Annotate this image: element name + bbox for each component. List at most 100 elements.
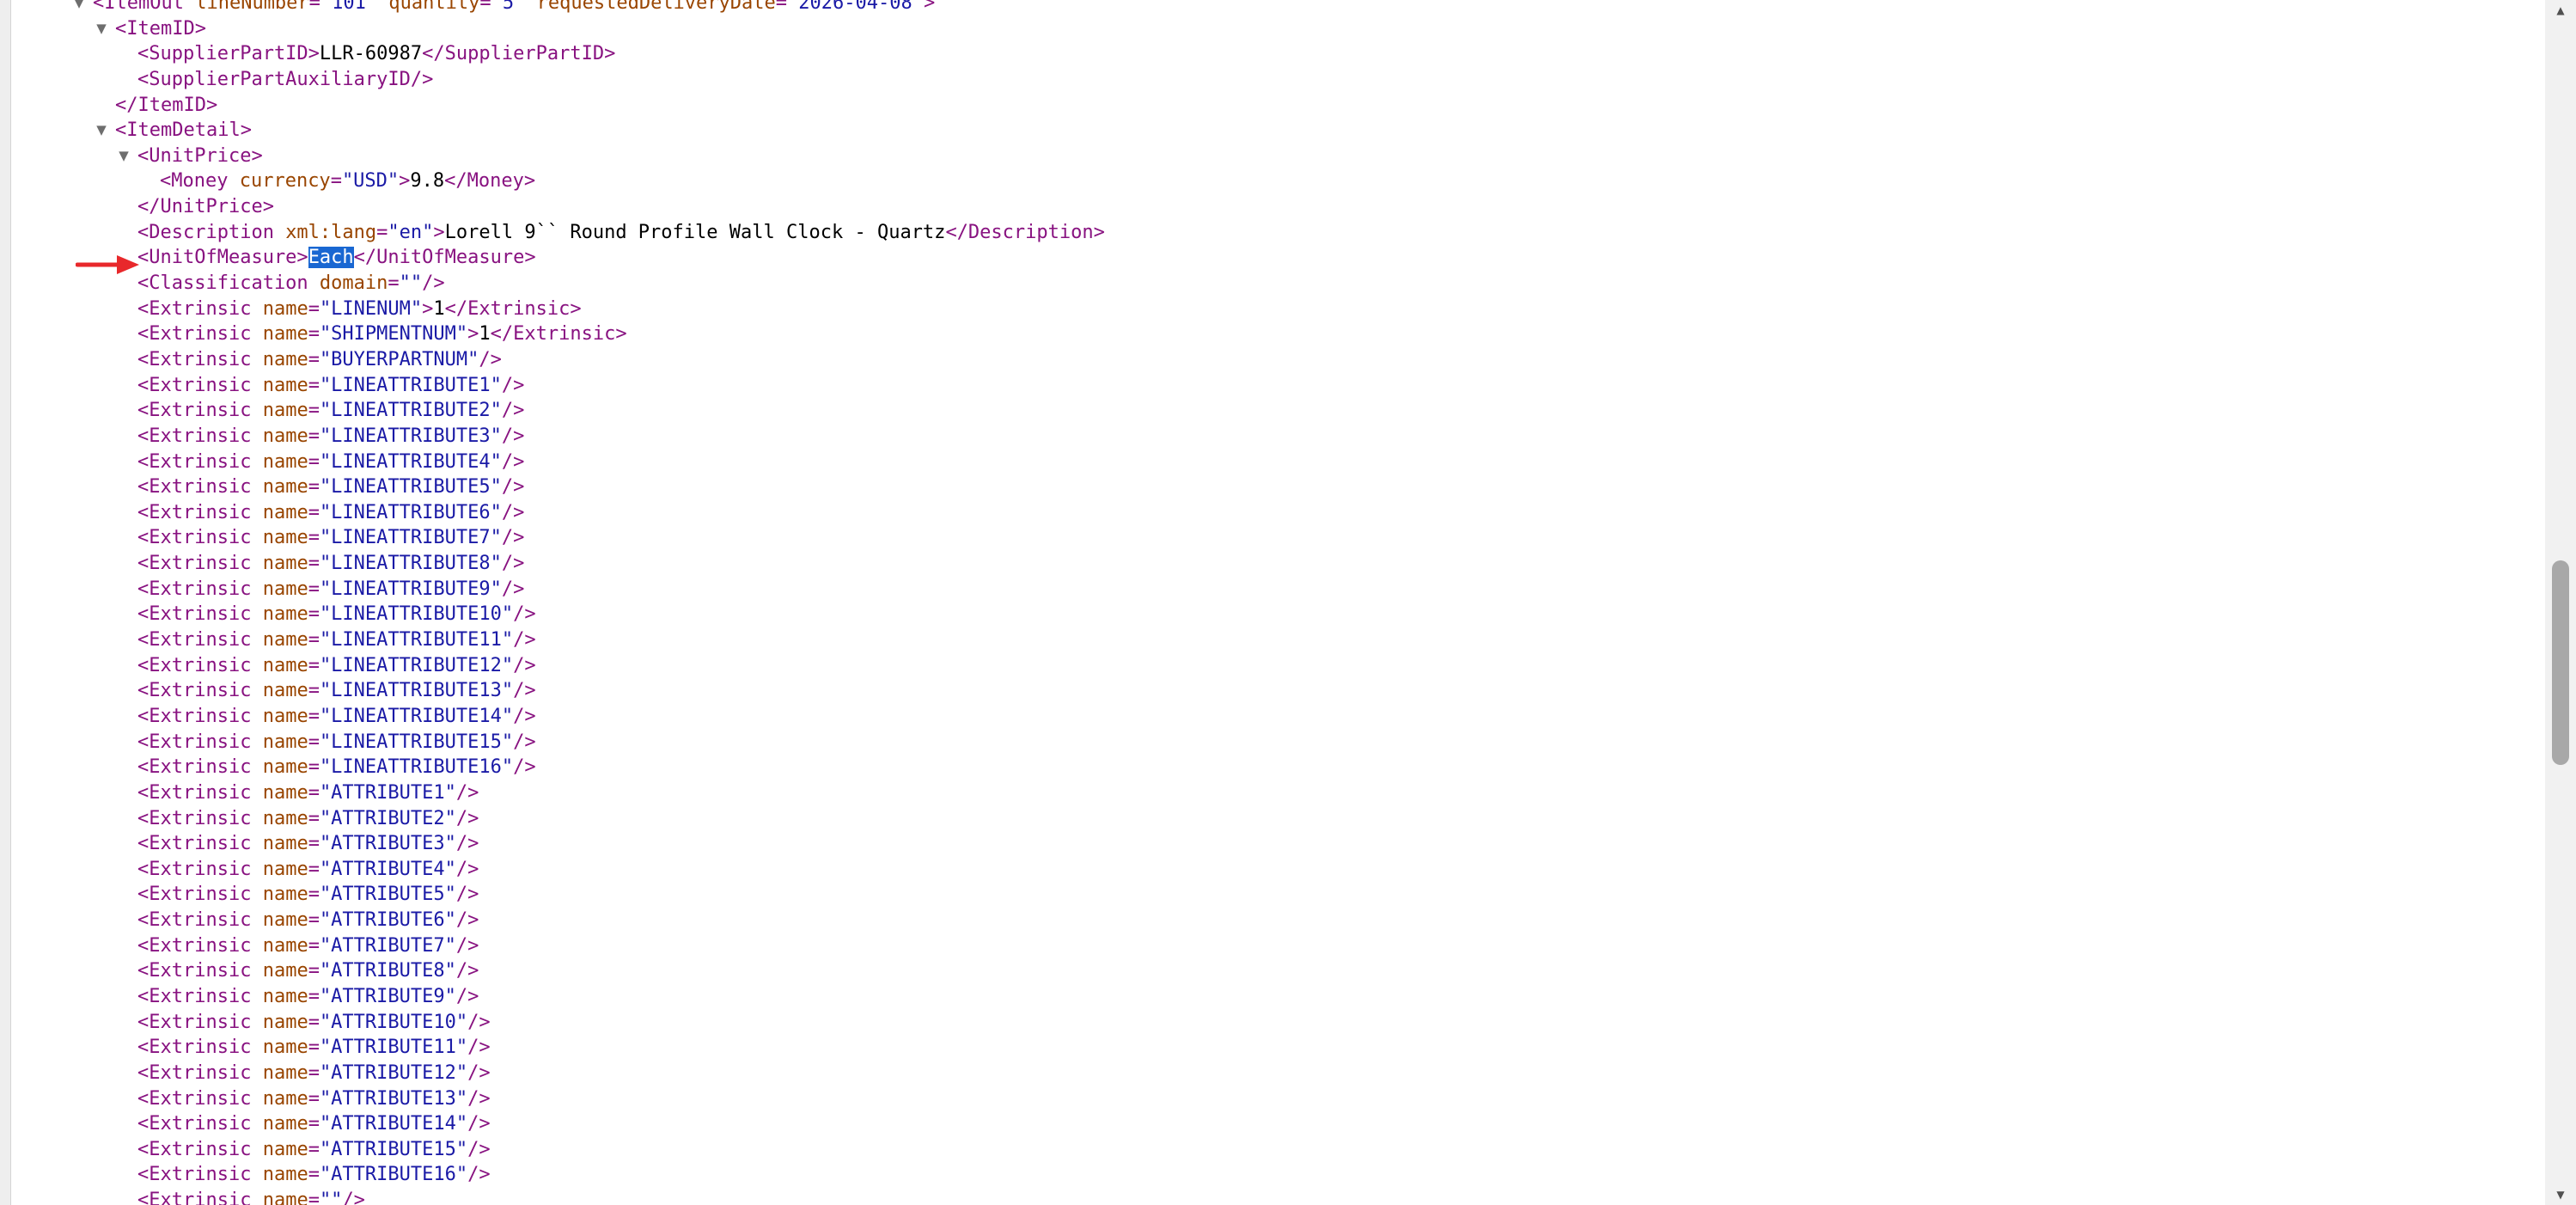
xml-attr-value: "LINEATTRIBUTE16" bbox=[319, 756, 514, 779]
xml-attr-value: "ATTRIBUTE16" bbox=[319, 1164, 468, 1186]
xml-tag: </UnitPrice> bbox=[137, 196, 274, 218]
xml-tag: <Extrinsic bbox=[137, 297, 263, 320]
xml-tag: = bbox=[308, 1113, 320, 1135]
xml-line-content: <UnitOfMeasure>Each</UnitOfMeasure> bbox=[137, 245, 536, 271]
xml-attr-name: name bbox=[262, 425, 308, 447]
xml-attr-name: name bbox=[262, 680, 308, 702]
xml-tree-viewer: ▼ <ItemOut lineNumber="101" quantity="5" … bbox=[10, 0, 2545, 1205]
xml-attr-name: name bbox=[262, 1138, 308, 1160]
collapse-toggle-icon[interactable]: ▼ bbox=[69, 0, 89, 16]
collapse-toggle-icon[interactable]: ▼ bbox=[91, 16, 112, 42]
xml-text: 9.8 bbox=[410, 170, 445, 193]
xml-line-content: <Extrinsic name="LINEATTRIBUTE11"/> bbox=[137, 627, 536, 653]
xml-line-content: <Extrinsic name="LINEATTRIBUTE8"/> bbox=[137, 551, 524, 577]
xml-tag: = bbox=[308, 934, 320, 957]
xml-line-content: <Extrinsic name="ATTRIBUTE13"/> bbox=[137, 1086, 491, 1112]
xml-line-content: <Extrinsic name="LINENUM">1</Extrinsic> bbox=[137, 297, 582, 322]
xml-attr-name: name bbox=[262, 603, 308, 626]
xml-tag: <Extrinsic bbox=[137, 909, 263, 932]
xml-tag: <Extrinsic bbox=[137, 934, 263, 957]
xml-tag: /> bbox=[455, 884, 479, 906]
xml-tag: /> bbox=[501, 374, 525, 396]
xml-line-content: <Extrinsic name="LINEATTRIBUTE1"/> bbox=[137, 373, 524, 399]
xml-line-content: <Extrinsic name="LINEATTRIBUTE15"/> bbox=[137, 730, 536, 755]
xml-attr-name: name bbox=[262, 553, 308, 575]
xml-attr-value: "LINENUM" bbox=[319, 297, 423, 320]
vertical-scrollbar[interactable]: ▲ ▼ bbox=[2545, 0, 2576, 1205]
xml-attr-name: name bbox=[262, 1037, 308, 1059]
xml-attr-value: "2026-04-08" bbox=[787, 0, 924, 14]
xml-tag: <Extrinsic bbox=[137, 960, 263, 982]
xml-tag: = bbox=[308, 629, 320, 651]
xml-line-content: <Extrinsic name="ATTRIBUTE5"/> bbox=[137, 882, 479, 908]
xml-attr-value: "LINEATTRIBUTE15" bbox=[319, 731, 514, 753]
collapse-toggle-icon[interactable]: ▼ bbox=[113, 144, 134, 169]
scrollbar-thumb[interactable] bbox=[2552, 560, 2569, 765]
xml-attr-name: domain bbox=[319, 272, 388, 295]
xml-attr-name: name bbox=[262, 501, 308, 523]
xml-tag: /> bbox=[501, 400, 525, 422]
xml-tag: = bbox=[775, 0, 788, 14]
xml-attr-name: name bbox=[262, 1190, 308, 1205]
xml-line-content: <Extrinsic name="ATTRIBUTE6"/> bbox=[137, 908, 479, 933]
xml-tag: = bbox=[308, 985, 320, 1007]
xml-tag: /> bbox=[467, 1061, 491, 1084]
xml-tag: /> bbox=[513, 629, 536, 651]
xml-line-content: <Extrinsic name="LINEATTRIBUTE13"/> bbox=[137, 678, 536, 704]
collapse-toggle-icon[interactable]: ▼ bbox=[91, 118, 112, 144]
xml-tag: > bbox=[422, 297, 434, 320]
xml-tag: > bbox=[433, 221, 445, 243]
xml-attr-value: "" bbox=[399, 272, 423, 295]
xml-tag: /> bbox=[501, 578, 525, 600]
xml-tag: /> bbox=[467, 1087, 491, 1110]
xml-attr-name: name bbox=[262, 756, 308, 779]
xml-tag: <Classification bbox=[137, 272, 320, 295]
xml-tag: /> bbox=[513, 603, 536, 626]
xml-attr-value: "SHIPMENTNUM" bbox=[319, 323, 468, 346]
xml-tag: = bbox=[308, 400, 320, 422]
xml-attr-name: requestedDeliveryDate bbox=[525, 0, 776, 14]
xml-attr-value: "ATTRIBUTE12" bbox=[319, 1061, 468, 1084]
xml-tag: = bbox=[308, 553, 320, 575]
xml-attr-value: "ATTRIBUTE2" bbox=[319, 807, 456, 829]
scroll-down-icon[interactable]: ▼ bbox=[2545, 1184, 2576, 1205]
xml-line-content: <SupplierPartAuxiliaryID/> bbox=[137, 67, 433, 93]
xml-tag: = bbox=[308, 527, 320, 549]
xml-attr-value: "ATTRIBUTE8" bbox=[319, 960, 456, 982]
scroll-up-icon[interactable]: ▲ bbox=[2545, 0, 2576, 21]
xml-line-content: <Extrinsic name="LINEATTRIBUTE3"/> bbox=[137, 424, 524, 450]
xml-attr-value: "ATTRIBUTE7" bbox=[319, 934, 456, 957]
xml-attr-value: "LINEATTRIBUTE12" bbox=[319, 654, 514, 676]
xml-tag: = bbox=[308, 731, 320, 753]
xml-tag: = bbox=[308, 960, 320, 982]
xml-tag: </Extrinsic> bbox=[444, 297, 582, 320]
xml-tag: <Extrinsic bbox=[137, 476, 263, 499]
xml-attr-name: xml:lang bbox=[285, 221, 377, 243]
xml-tag: = bbox=[308, 1190, 320, 1205]
xml-attr-name: currency bbox=[239, 170, 331, 193]
xml-attr-value: "ATTRIBUTE3" bbox=[319, 833, 456, 855]
xml-attr-name: name bbox=[262, 374, 308, 396]
xml-tag: /> bbox=[501, 553, 525, 575]
xml-tag: <SupplierPartAuxiliaryID/> bbox=[137, 68, 434, 90]
xml-text: LLR-60987 bbox=[319, 43, 423, 65]
xml-line-content: <Extrinsic name="LINEATTRIBUTE9"/> bbox=[137, 577, 524, 602]
xml-tag: /> bbox=[467, 1164, 491, 1186]
xml-tag: <Extrinsic bbox=[137, 985, 263, 1007]
xml-tag: /> bbox=[455, 781, 479, 804]
xml-line-content: <Extrinsic name="ATTRIBUTE3"/> bbox=[137, 831, 479, 857]
xml-line-content: <SupplierPartID>LLR-60987</SupplierPartI… bbox=[137, 41, 615, 67]
xml-tag: <UnitOfMeasure> bbox=[137, 247, 308, 269]
xml-line-content: <Classification domain=""/> bbox=[137, 271, 445, 297]
xml-attr-value: "ATTRIBUTE9" bbox=[319, 985, 456, 1007]
xml-line-content: <Extrinsic name="ATTRIBUTE16"/> bbox=[137, 1162, 491, 1188]
xml-attr-name: name bbox=[262, 323, 308, 346]
xml-tag: /> bbox=[513, 680, 536, 702]
xml-tag: /> bbox=[501, 476, 525, 499]
xml-attr-name: name bbox=[262, 934, 308, 957]
xml-tag: /> bbox=[501, 527, 525, 549]
xml-attr-name: name bbox=[262, 884, 308, 906]
xml-line-content: <ItemOut lineNumber="101" quantity="5" r… bbox=[93, 0, 935, 16]
xml-line-content: <UnitPrice> bbox=[137, 144, 263, 169]
xml-tag: = bbox=[308, 884, 320, 906]
